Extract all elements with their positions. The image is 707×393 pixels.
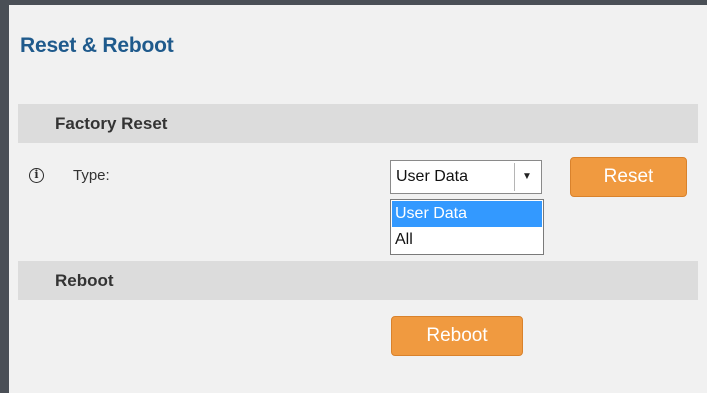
- factory-reset-section-header: Factory Reset: [18, 104, 698, 143]
- type-label: Type:: [73, 167, 110, 184]
- reboot-button[interactable]: Reboot: [391, 316, 523, 356]
- reboot-section-title: Reboot: [55, 271, 114, 290]
- frame-top-border: [0, 0, 707, 5]
- reset-type-select[interactable]: User Data ▼: [390, 160, 542, 194]
- reboot-section-header: Reboot: [18, 261, 698, 300]
- frame-left-border: [0, 0, 9, 393]
- dropdown-option-user-data[interactable]: User Data: [392, 201, 542, 227]
- dropdown-option-all[interactable]: All: [392, 227, 542, 253]
- page-title: Reset & Reboot: [20, 34, 174, 57]
- info-icon[interactable]: i: [29, 168, 44, 183]
- factory-reset-section-title: Factory Reset: [55, 114, 168, 133]
- reset-type-dropdown-list: User Data All: [390, 199, 544, 255]
- reset-button[interactable]: Reset: [570, 157, 687, 197]
- reset-type-select-value: User Data: [396, 168, 469, 185]
- page: Reset & Reboot Factory Reset i Type: Use…: [0, 0, 707, 393]
- chevron-down-icon[interactable]: ▼: [514, 163, 539, 191]
